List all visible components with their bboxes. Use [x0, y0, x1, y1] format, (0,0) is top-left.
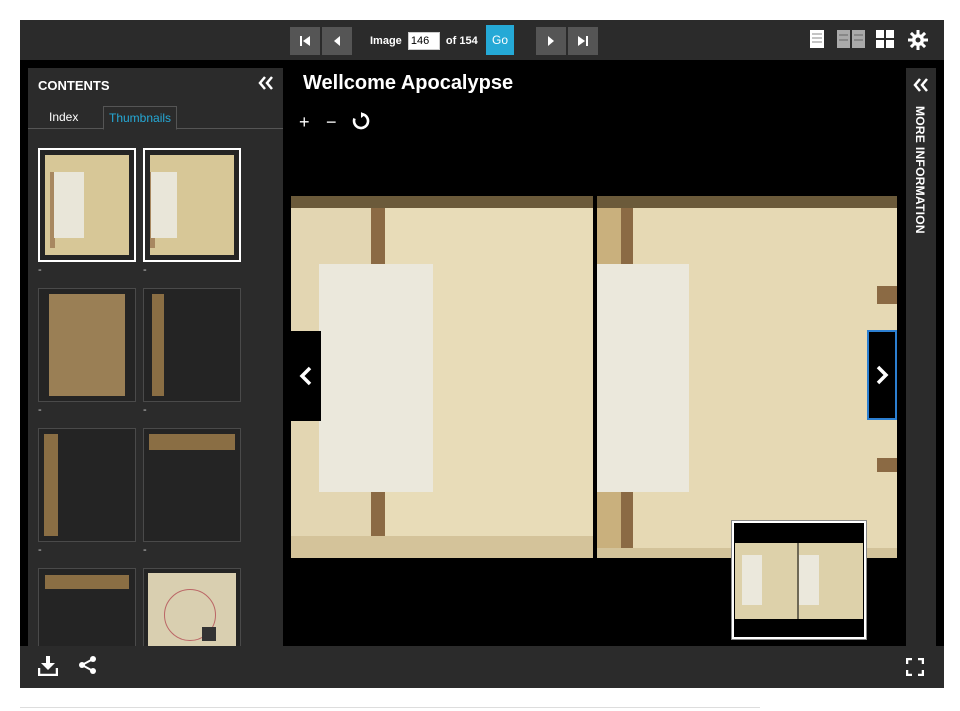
go-button[interactable]: Go [486, 25, 514, 55]
download-icon[interactable] [38, 656, 58, 676]
next-page-button[interactable] [536, 27, 566, 55]
thumbnail-1[interactable] [38, 148, 136, 262]
share-icon[interactable] [78, 655, 98, 675]
image-navigation: Image of 154 [370, 32, 478, 50]
fullscreen-icon[interactable] [906, 658, 924, 676]
tab-thumbnails[interactable]: Thumbnails [103, 106, 178, 130]
thumbnail-caption: - [38, 544, 42, 556]
contents-panel: CONTENTS Index Thumbnails - - - - - - [28, 68, 283, 646]
viewer: Image of 154 Go [20, 20, 944, 688]
thumbnail-caption: - [143, 404, 147, 416]
prev-page-icon [334, 36, 340, 46]
collapse-left-icon[interactable] [258, 76, 274, 90]
thumbnail-5[interactable] [38, 428, 136, 542]
last-page-button[interactable] [568, 27, 598, 55]
navigator-image [732, 521, 866, 639]
book-spread-image [291, 196, 897, 558]
thumbnail-caption: - [143, 544, 147, 556]
thumbnail-4[interactable] [143, 288, 241, 402]
zoom-in-button[interactable]: + [299, 112, 310, 133]
prev-page-button[interactable] [322, 27, 352, 55]
tab-index[interactable]: Index [44, 106, 83, 128]
page-title: Wellcome Apocalypse [303, 72, 514, 94]
thumbnail-6[interactable] [143, 428, 241, 542]
more-information-label: MORE INFORMATION [913, 106, 927, 234]
more-information-panel[interactable]: MORE INFORMATION [906, 68, 936, 646]
image-number-input[interactable] [407, 32, 440, 50]
thumbnail-grid: - - - - - - [28, 148, 283, 646]
thumbnail-7[interactable] [38, 568, 136, 646]
thumbnail-8[interactable] [143, 568, 241, 646]
prev-image-button[interactable] [291, 331, 321, 421]
next-page-icon [548, 36, 554, 46]
chevron-left-icon [299, 366, 312, 386]
rotate-icon[interactable] [352, 112, 370, 130]
two-up-icon[interactable] [837, 30, 865, 48]
top-toolbar: Image of 154 Go [20, 20, 944, 60]
contents-title: CONTENTS [38, 78, 110, 93]
gallery-icon[interactable] [876, 30, 894, 48]
navigator-minimap[interactable] [731, 520, 867, 640]
image-total: of 154 [445, 34, 478, 47]
thumbnail-3[interactable] [38, 288, 136, 402]
thumbnail-2[interactable] [143, 148, 241, 262]
thumbnail-caption: - [38, 404, 42, 416]
one-up-icon[interactable] [810, 30, 824, 48]
last-page-icon [578, 36, 588, 46]
bottom-toolbar [20, 646, 944, 688]
thumbnail-caption: - [143, 264, 147, 276]
settings-icon[interactable] [908, 30, 928, 50]
chevron-right-icon [876, 365, 889, 385]
next-image-button[interactable] [867, 330, 897, 420]
expand-panel-icon[interactable] [913, 78, 929, 92]
zoom-out-button[interactable]: − [326, 112, 337, 133]
first-page-button[interactable] [290, 27, 320, 55]
page-divider [20, 707, 760, 711]
image-label: Image [370, 34, 402, 47]
first-page-icon [300, 36, 310, 46]
thumbnail-caption: - [38, 264, 42, 276]
book-image[interactable] [291, 196, 897, 558]
contents-tabs: Index Thumbnails [28, 106, 283, 130]
